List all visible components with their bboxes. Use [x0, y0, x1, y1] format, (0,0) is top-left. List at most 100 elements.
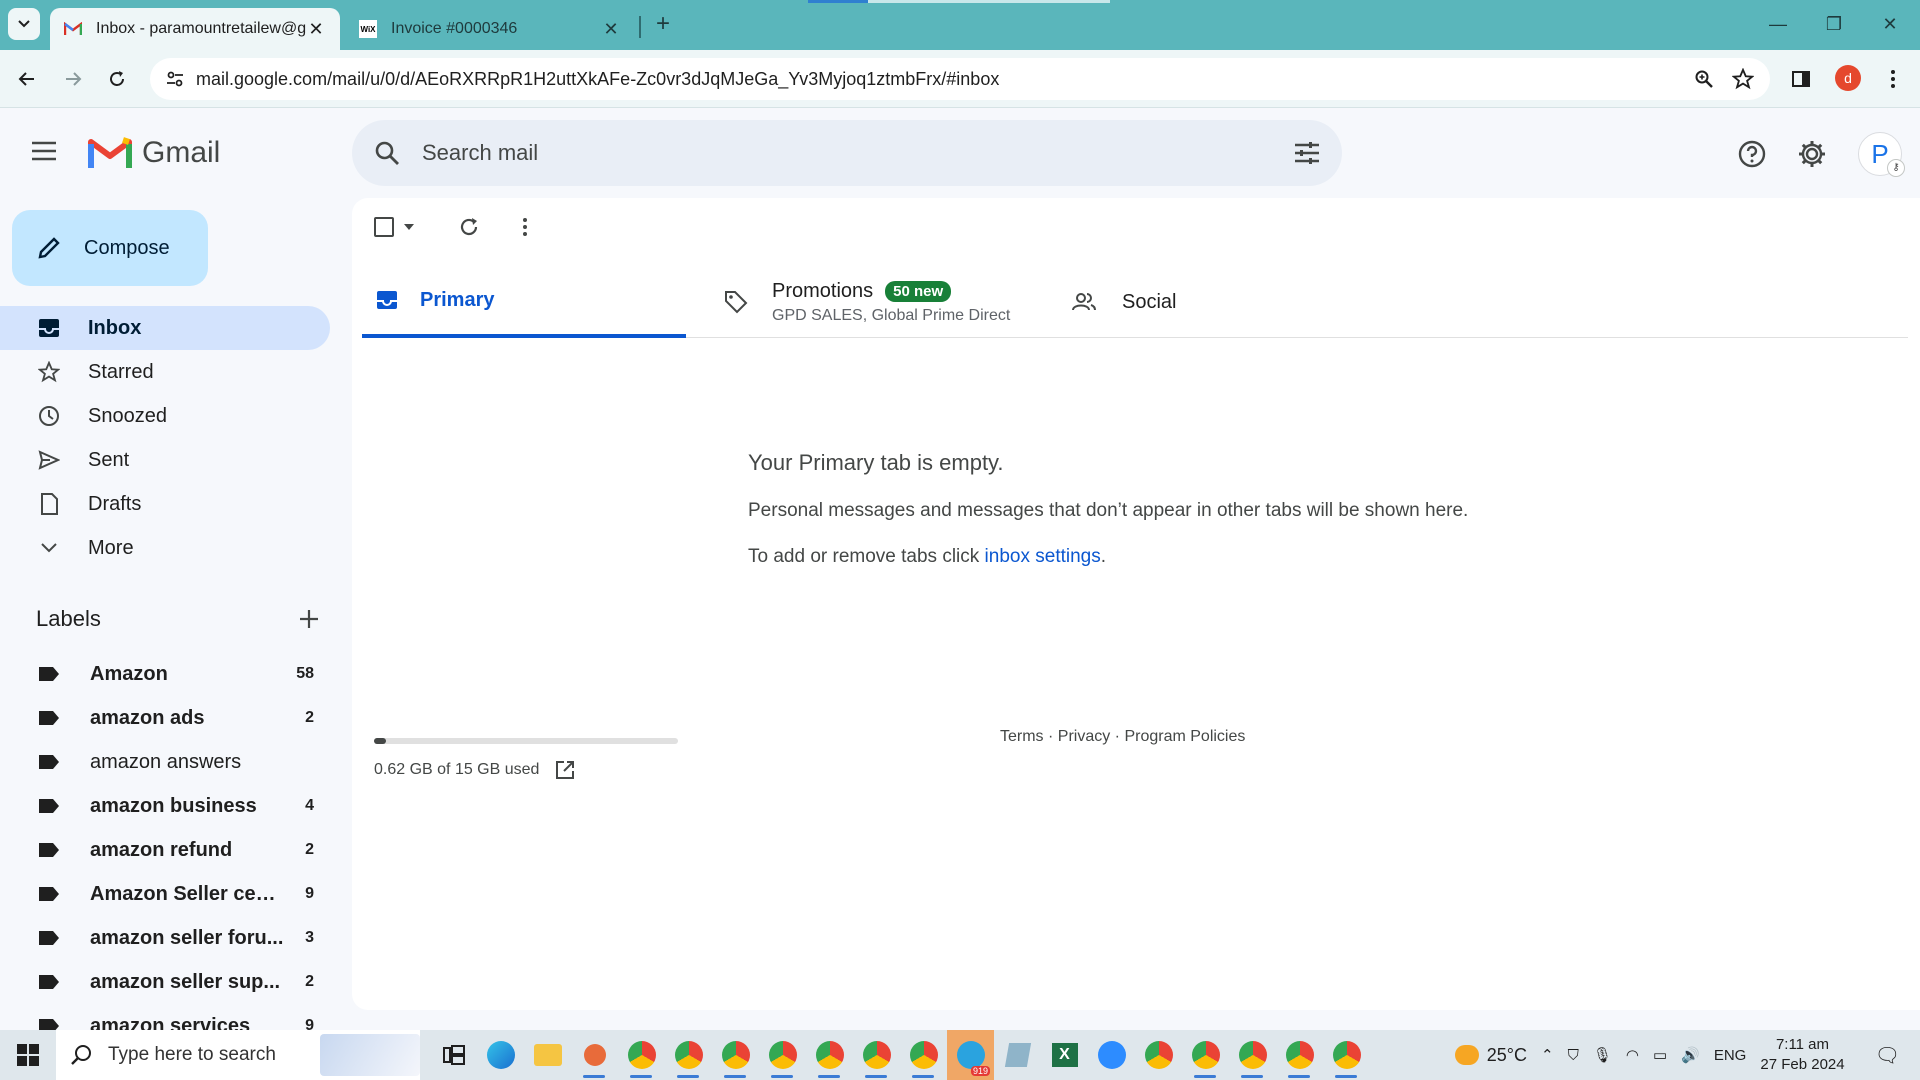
search-bar[interactable] [352, 120, 1342, 186]
label-item[interactable]: amazon business 4 [0, 784, 330, 828]
chrome-profile-icon[interactable] [665, 1030, 712, 1080]
select-all-control[interactable] [374, 217, 414, 237]
gmail-logo[interactable]: Gmail [88, 136, 220, 170]
volume-icon[interactable]: 🔊 [1681, 1046, 1700, 1064]
chrome-profile-icon[interactable] [900, 1030, 947, 1080]
sidebar-item-label: Sent [88, 448, 130, 471]
add-label-icon[interactable] [298, 608, 320, 630]
restore-button[interactable]: ❐ [1814, 10, 1854, 38]
privacy-link[interactable]: Privacy [1058, 728, 1110, 745]
start-button[interactable] [0, 1030, 56, 1080]
new-tab-button[interactable]: + [650, 12, 676, 38]
sidebar-item-snoozed[interactable]: Snoozed [0, 394, 330, 438]
chrome-profile-icon[interactable] [1229, 1030, 1276, 1080]
window-close-button[interactable]: ✕ [1870, 10, 1910, 38]
caret-down-icon[interactable] [404, 224, 414, 230]
chrome-profile-icon[interactable] [1323, 1030, 1370, 1080]
main-menu-button[interactable] [30, 140, 58, 167]
back-button[interactable] [10, 62, 44, 96]
snipping-tool-icon[interactable] [571, 1030, 618, 1080]
chrome-profile-icon[interactable] [1276, 1030, 1323, 1080]
label-item[interactable]: amazon refund 2 [0, 828, 330, 872]
side-panel-button[interactable] [1784, 62, 1818, 96]
menu-icon [32, 141, 56, 161]
tab-search-button[interactable] [8, 8, 40, 40]
settings-button[interactable] [1792, 134, 1832, 174]
clock[interactable]: 7:11 am 27 Feb 2024 [1760, 1035, 1844, 1075]
sidebar-item-drafts[interactable]: Drafts [0, 482, 330, 526]
chrome-profile-icon[interactable] [806, 1030, 853, 1080]
label-item[interactable]: amazon answers [0, 740, 330, 784]
tab-promotions[interactable]: Promotions 50 new GPD SALES, Global Prim… [724, 266, 1064, 338]
clock-date: 27 Feb 2024 [1760, 1056, 1845, 1073]
site-info-icon[interactable] [154, 69, 196, 89]
notifications-icon[interactable]: 🗨 [1875, 1043, 1900, 1068]
chrome-profile-icon[interactable] [853, 1030, 900, 1080]
minimize-button[interactable]: — [1758, 10, 1798, 38]
terms-link[interactable]: Terms [1000, 728, 1044, 745]
microphone-icon[interactable]: 🎙 [1593, 1046, 1612, 1064]
weather-widget[interactable]: 25°C [1454, 1045, 1527, 1066]
reload-button[interactable] [100, 62, 134, 96]
zoom-icon[interactable] [1694, 69, 1714, 89]
label-icon [38, 1018, 60, 1030]
sidebar-item-inbox[interactable]: Inbox [0, 306, 330, 350]
label-item[interactable]: amazon seller sup... 2 [0, 960, 330, 1004]
sidebar-item-starred[interactable]: Starred [0, 350, 330, 394]
excel-icon[interactable]: X [1041, 1030, 1088, 1080]
tab-social[interactable]: Social [1072, 266, 1372, 338]
label-name: amazon services [90, 1014, 251, 1031]
file-explorer-icon[interactable] [524, 1030, 571, 1080]
sidebar-item-sent[interactable]: Sent [0, 438, 330, 482]
bookmark-star-icon[interactable] [1732, 68, 1754, 90]
language-indicator[interactable]: ENG [1714, 1047, 1747, 1064]
edge-icon[interactable] [477, 1030, 524, 1080]
taskbar-search[interactable]: Type here to search [56, 1030, 420, 1080]
chevron-up-icon[interactable]: ⌃ [1541, 1046, 1554, 1064]
browser-menu-button[interactable] [1876, 62, 1910, 96]
close-icon[interactable]: ✕ [601, 19, 621, 40]
label-icon [38, 666, 60, 682]
inbox-settings-link[interactable]: inbox settings [985, 546, 1101, 567]
label-item[interactable]: Amazon Seller cent... 9 [0, 872, 330, 916]
tab-primary[interactable]: Primary [362, 266, 686, 338]
select-all-checkbox[interactable] [374, 217, 394, 237]
browser-tab-invoice[interactable]: WiX Invoice #0000346 ✕ [345, 8, 635, 50]
defender-icon[interactable]: ⛉ [1568, 1047, 1579, 1064]
chrome-profile-icon[interactable] [759, 1030, 806, 1080]
search-icon[interactable] [352, 140, 422, 166]
compose-button[interactable]: Compose [12, 210, 208, 286]
browser-tab-gmail[interactable]: Inbox - paramountretailew@gm ✕ [50, 8, 340, 50]
search-input[interactable] [422, 140, 1272, 166]
help-button[interactable] [1732, 134, 1772, 174]
search-options-icon[interactable] [1272, 141, 1342, 165]
label-item[interactable]: amazon seller foru... 3 [0, 916, 330, 960]
wifi-icon[interactable]: ◠ [1626, 1046, 1639, 1064]
program-policies-link[interactable]: Program Policies [1124, 728, 1245, 745]
browser-profile-avatar[interactable]: d [1835, 65, 1861, 91]
forward-button[interactable] [56, 62, 90, 96]
chrome-profile-icon[interactable] [712, 1030, 759, 1080]
label-item[interactable]: amazon ads 2 [0, 696, 330, 740]
browser-tab-title: Invoice #0000346 [391, 20, 518, 37]
sidebar-item-more[interactable]: More [0, 526, 330, 570]
task-view-icon[interactable] [430, 1030, 477, 1080]
refresh-icon[interactable] [458, 216, 480, 238]
label-item[interactable]: amazon services 9 [0, 1004, 330, 1030]
clock-icon [36, 405, 62, 427]
battery-icon[interactable]: ▭ [1653, 1046, 1667, 1064]
label-item[interactable]: Amazon 58 [0, 652, 330, 696]
promotions-text: Promotions 50 new GPD SALES, Global Prim… [772, 280, 1010, 325]
chrome-profile-icon[interactable] [1182, 1030, 1229, 1080]
more-vert-icon[interactable] [522, 217, 528, 237]
chrome-icon[interactable] [1135, 1030, 1182, 1080]
zoom-app-icon[interactable] [1088, 1030, 1135, 1080]
address-bar[interactable]: mail.google.com/mail/u/0/d/AEoRXRRpR1H2u… [150, 58, 1770, 100]
close-icon[interactable]: ✕ [306, 19, 326, 40]
notes-app-icon[interactable] [994, 1030, 1041, 1080]
chrome-profile-icon[interactable] [618, 1030, 665, 1080]
telegram-icon[interactable]: 919 [947, 1030, 994, 1080]
account-avatar[interactable]: P ⚷ [1858, 132, 1905, 177]
gmail-icon [64, 20, 82, 38]
open-external-icon[interactable] [555, 760, 575, 780]
